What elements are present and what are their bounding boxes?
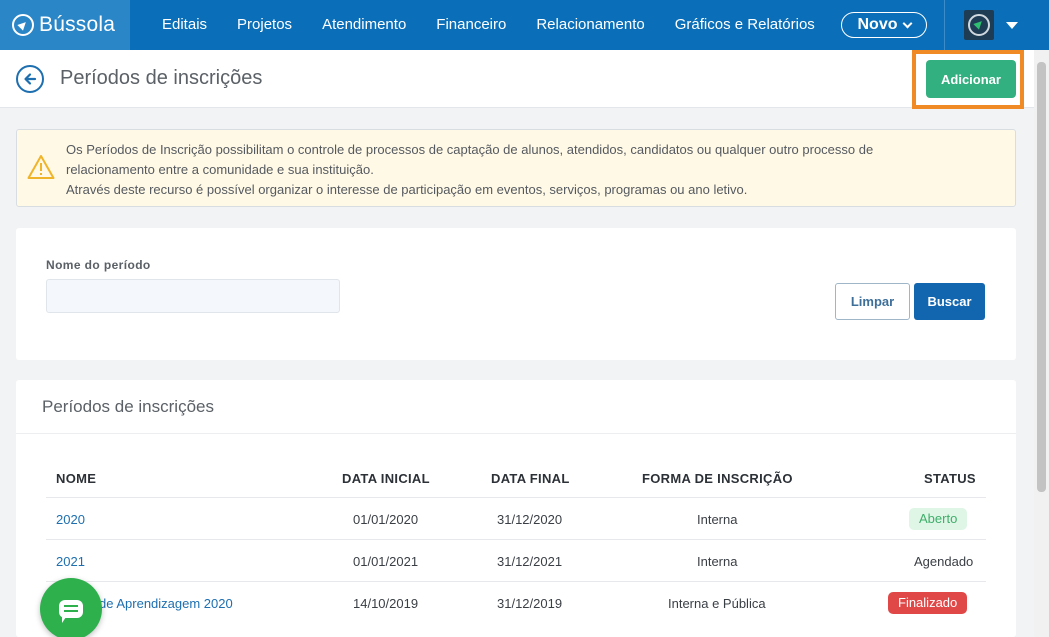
column-header-forma-inscricao[interactable]: FORMA DE INSCRIÇÃO [642,471,793,486]
brand-name: Bússola [39,13,116,36]
table-row[interactable]: 2021 01/01/2021 31/12/2021 Interna Agend… [46,539,986,581]
status-text: Agendado [914,554,974,569]
period-name-label: Nome do período [46,258,151,272]
period-name-link[interactable]: 2021 [56,554,85,569]
registration-form: Interna [697,512,738,527]
nav-item-relacionamento[interactable]: Relacionamento [521,0,659,50]
column-header-data-inicial[interactable]: DATA INICIAL [342,471,430,486]
end-date: 31/12/2019 [497,596,563,611]
scrollbar-thumb[interactable] [1037,62,1046,492]
back-arrow-icon [24,73,37,85]
page-header: Períodos de inscrições [0,50,1034,108]
main-nav: Editais Projetos Atendimento Financeiro … [147,0,830,50]
chevron-down-icon [902,18,912,28]
back-button[interactable] [16,65,44,93]
start-date: 14/10/2019 [353,596,419,611]
period-name-link[interactable]: 2020 [56,512,85,527]
table-title: Períodos de inscrições [42,397,214,416]
status-badge: Aberto [909,508,968,530]
period-name-input[interactable] [46,279,340,313]
nav-item-graficos-relatorios[interactable]: Gráficos e Relatórios [660,0,830,50]
nav-divider [944,0,945,50]
status-badge: Finalizado [888,592,968,614]
compass-logo-icon [968,14,990,36]
compass-logo-icon [12,14,34,36]
table-row[interactable]: de Aprendizagem 2020 14/10/2019 31/12/20… [46,581,986,623]
search-button[interactable]: Buscar [914,283,985,320]
column-header-status[interactable]: STATUS [924,471,976,486]
nav-item-financeiro[interactable]: Financeiro [421,0,521,50]
table-row[interactable]: 2020 01/01/2020 31/12/2020 Interna Abert… [46,497,986,539]
info-line: Através deste recurso é possível organiz… [66,182,748,197]
column-header-data-final[interactable]: DATA FINAL [491,471,570,486]
nav-item-editais[interactable]: Editais [147,0,222,50]
chat-button[interactable] [40,578,102,637]
start-date: 01/01/2020 [353,512,419,527]
periods-table-card: Períodos de inscrições NOME DATA INICIAL… [16,380,1016,637]
info-line: relacionamento entre a comunidade e sua … [66,162,374,177]
info-text: Os Períodos de Inscrição possibilitam o … [66,140,873,200]
clear-button[interactable]: Limpar [835,283,910,320]
registration-form: Interna [697,554,738,569]
novo-dropdown-button[interactable]: Novo [841,12,927,38]
info-line: Os Períodos de Inscrição possibilitam o … [66,142,874,157]
page-title: Períodos de inscrições [60,67,263,89]
registration-form: Interna e Pública [668,596,766,611]
caret-down-icon[interactable] [1006,22,1018,29]
info-banner: Os Períodos de Inscrição possibilitam o … [16,129,1016,207]
add-button[interactable]: Adicionar [926,60,1016,98]
nav-item-projetos[interactable]: Projetos [222,0,307,50]
brand[interactable]: Bússola [0,0,130,50]
chat-icon [59,600,83,623]
warning-icon [27,155,55,179]
period-name-link[interactable]: de Aprendizagem 2020 [99,596,233,611]
end-date: 31/12/2020 [497,512,563,527]
column-header-nome[interactable]: NOME [56,471,96,486]
divider [16,433,1016,434]
novo-label: Novo [857,16,898,33]
avatar[interactable] [964,10,994,40]
search-card: Nome do período Limpar Buscar [16,228,1016,360]
start-date: 01/01/2021 [353,554,419,569]
end-date: 31/12/2021 [497,554,563,569]
nav-item-atendimento[interactable]: Atendimento [307,0,421,50]
top-navbar: Bússola Editais Projetos Atendimento Fin… [0,0,1049,50]
